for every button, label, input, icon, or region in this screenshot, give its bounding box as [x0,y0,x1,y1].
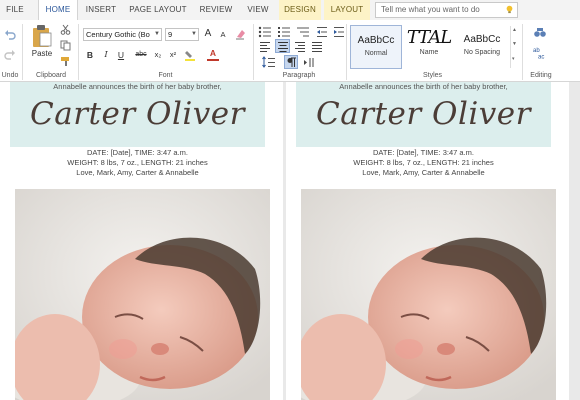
style-normal[interactable]: AaBbCc Normal [350,25,402,69]
group-divider [22,24,23,80]
style-name: Normal [364,50,388,57]
weight-length-line: WEIGHT: 8 lbs, 7 oz., LENGTH: 21 inches [67,158,208,167]
ribbon-home: Undo Paste Clipboard Century Gothic (Bo … [0,20,580,82]
styles-more-icon[interactable]: ▾ [512,56,515,62]
superscript-button[interactable]: x² [167,49,179,61]
baby-photo[interactable] [15,189,270,400]
show-hide-button[interactable] [284,55,298,69]
subscript-button[interactable]: x₂ [152,49,164,61]
bullets-icon[interactable] [258,26,272,38]
bold-button[interactable]: B [84,49,96,61]
format-painter-icon[interactable] [60,56,71,67]
font-group-label: Font [158,72,173,79]
justify-icon[interactable] [311,41,323,52]
group-divider [522,24,523,80]
date-time-line: DATE: [Date], TIME: 3:47 a.m. [86,148,188,157]
font-size-combo[interactable]: 9 ▼ [165,28,199,41]
numbering-icon[interactable] [277,26,291,38]
pilcrow-icon [287,57,296,67]
baby-name-heading: Carter Oliver [316,96,531,132]
multilevel-list-icon[interactable] [296,26,310,38]
font-color-button[interactable]: A [207,47,219,59]
styles-group-label: Styles [422,72,443,79]
style-name-style[interactable]: TTAL Name [403,25,455,69]
paste-icon[interactable] [31,24,53,48]
tab-design[interactable]: DESIGN [279,0,321,20]
tab-layout[interactable]: LAYOUT [324,0,370,20]
font-size-value: 9 [168,30,173,39]
editing-group-label: Editing [530,72,552,79]
font-name-combo[interactable]: Century Gothic (Bo ▼ [83,28,162,41]
strikethrough-button[interactable]: abc [133,49,149,61]
tab-view[interactable]: VIEW [242,0,274,20]
font-name-value: Century Gothic (Bo [86,30,150,39]
chevron-down-icon: ▼ [154,31,160,37]
font-color-swatch [207,59,219,61]
cut-icon[interactable] [60,24,71,35]
copy-icon[interactable] [60,40,71,51]
document-canvas[interactable]: Annabelle announces the birth of her bab… [0,82,580,400]
weight-length-line: WEIGHT: 8 lbs, 7 oz., LENGTH: 21 inches [353,158,494,167]
ribbon-tabs: FILE HOME INSERT PAGE LAYOUT REVIEW VIEW… [0,0,580,20]
birth-details: DATE: [Date], TIME: 3:47 a.m. WEIGHT: 8 … [10,148,265,178]
chevron-down-icon: ▼ [191,31,197,37]
style-name: No Spacing [463,49,501,56]
find-icon[interactable] [533,26,547,39]
style-name: Name [419,49,439,56]
name-banner: Annabelle announces the birth of her bab… [10,82,265,147]
chevron-up-icon[interactable]: ▲ [512,27,517,33]
undo-group-label: Undo [1,72,19,79]
announcement-text: Annabelle announces the birth of her bab… [53,82,222,91]
grow-font-button[interactable]: A [202,28,214,40]
chevron-down-icon[interactable]: ▼ [512,41,517,47]
tab-page-layout[interactable]: PAGE LAYOUT [126,0,190,20]
document-page-1[interactable]: Annabelle announces the birth of her bab… [0,82,283,400]
group-divider [346,24,347,80]
replace-icon[interactable]: ab ac [533,46,547,59]
tab-home[interactable]: HOME [38,0,78,20]
group-divider [253,24,254,80]
baby-name-heading: Carter Oliver [30,96,245,132]
signature-line: Love, Mark, Amy, Carter & Annabelle [362,168,485,177]
rtl-direction-icon[interactable] [303,57,315,68]
svg-text:ab: ab [533,48,540,54]
style-sample: AaBbCc [357,35,395,46]
tell-me-search[interactable]: Tell me what you want to do [375,2,518,18]
increase-indent-icon[interactable] [333,26,345,38]
undo-icon[interactable] [4,28,16,40]
align-right-icon[interactable] [294,41,306,52]
underline-button[interactable]: U [115,49,127,61]
svg-text:ac: ac [538,55,544,60]
date-time-line: DATE: [Date], TIME: 3:47 a.m. [372,148,474,157]
align-center-button[interactable] [275,39,290,53]
tell-me-placeholder: Tell me what you want to do [381,5,480,14]
group-divider [78,24,79,80]
align-left-icon[interactable] [259,41,271,52]
shrink-font-button[interactable]: A [217,29,229,41]
line-spacing-icon[interactable] [262,56,276,68]
paragraph-group-label: Paragraph [282,72,316,79]
style-sample: TTAL [406,27,452,48]
baby-photo[interactable] [301,189,556,400]
styles-scroll[interactable]: ▲ ▼ ▾ [510,26,518,68]
align-center-icon [278,42,288,52]
redo-icon[interactable] [4,48,16,60]
text-highlight-icon[interactable] [184,49,198,61]
birth-details: DATE: [Date], TIME: 3:47 a.m. WEIGHT: 8 … [296,148,551,178]
style-no-spacing[interactable]: AaBbCc No Spacing [456,25,508,69]
style-sample: AaBbCc [463,34,501,45]
announcement-text: Annabelle announces the birth of her bab… [339,82,508,91]
tab-file[interactable]: FILE [0,0,30,20]
lightbulb-icon [506,5,513,14]
name-banner: Annabelle announces the birth of her bab… [296,82,551,147]
document-page-2[interactable]: Annabelle announces the birth of her bab… [286,82,569,400]
signature-line: Love, Mark, Amy, Carter & Annabelle [76,168,199,177]
paste-label[interactable]: Paste [28,49,56,58]
decrease-indent-icon[interactable] [316,26,328,38]
tab-review[interactable]: REVIEW [196,0,236,20]
clear-formatting-icon[interactable] [235,28,247,40]
tab-insert[interactable]: INSERT [82,0,120,20]
italic-button[interactable]: I [100,49,112,61]
clipboard-group-label: Clipboard [36,72,66,79]
